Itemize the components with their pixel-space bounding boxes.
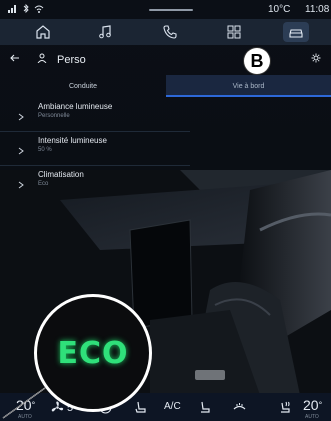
callout-b: B	[244, 48, 270, 74]
defrost-icon	[233, 403, 246, 410]
settings-list: Ambiance lumineuse Personnelle Intensité…	[0, 98, 190, 200]
list-item-value: Eco	[38, 181, 49, 187]
list-item-label: Intensité lumineuse	[38, 136, 107, 145]
nav-phone[interactable]	[157, 22, 183, 42]
chevron-right-icon	[18, 176, 24, 194]
tab-vie-a-bord[interactable]: Vie à bord	[166, 75, 331, 97]
page-title: Perso	[57, 54, 86, 66]
page-header: Perso	[0, 47, 331, 73]
degree-symbol: °	[318, 400, 323, 410]
wifi-icon	[34, 5, 44, 16]
settings-button[interactable]	[311, 53, 321, 66]
list-item-value: Personnelle	[38, 113, 70, 119]
list-item-label: Ambiance lumineuse	[38, 102, 113, 111]
music-icon	[99, 25, 111, 39]
chevron-right-icon	[18, 108, 24, 126]
seat-heat-button[interactable]	[133, 400, 148, 415]
seat-icon	[201, 401, 210, 413]
seat-icon	[135, 401, 146, 413]
eco-zoom-circle: ECO	[34, 294, 152, 412]
clock: 11:08	[305, 4, 330, 15]
list-item-intensite[interactable]: Intensité lumineuse 50 %	[0, 132, 190, 166]
profile-icon	[37, 53, 47, 66]
apps-icon	[227, 25, 241, 39]
list-item-value: 50 %	[38, 147, 52, 153]
top-navigation	[0, 19, 331, 45]
tab-conduite[interactable]: Conduite	[0, 75, 166, 97]
seat-vent-button[interactable]	[198, 400, 213, 415]
back-button[interactable]	[10, 53, 20, 66]
active-tab-indicator	[166, 95, 331, 97]
tab-label: Vie à bord	[232, 82, 265, 90]
tab-bar: Conduite Vie à bord	[0, 75, 331, 97]
nav-apps[interactable]	[221, 22, 247, 42]
list-item-label: Climatisation	[38, 170, 84, 179]
temperature-right-value: 20	[303, 397, 319, 413]
eco-indicator: ECO	[57, 335, 129, 371]
gear-icon	[311, 53, 321, 63]
nav-music[interactable]	[92, 22, 118, 42]
status-bar: 10°C 11:08	[0, 0, 331, 18]
outside-temperature: 10°C	[268, 4, 291, 15]
nav-vehicle[interactable]	[283, 22, 309, 42]
temperature-right[interactable]: 20 °	[303, 397, 322, 413]
ac-button[interactable]: A/C	[164, 401, 181, 412]
seat-right-button[interactable]	[278, 400, 293, 415]
home-icon	[36, 25, 50, 39]
defrost-button[interactable]	[232, 400, 247, 415]
auto-right-label: AUTO	[305, 414, 319, 420]
arrow-left-icon	[10, 54, 19, 62]
chevron-right-icon	[18, 142, 24, 160]
list-item-climatisation[interactable]: Climatisation Eco	[0, 166, 190, 200]
bluetooth-icon	[23, 3, 29, 16]
seat-heat-icon	[281, 401, 290, 413]
phone-icon	[163, 25, 177, 39]
notification-handle[interactable]	[149, 9, 193, 11]
car-icon	[289, 29, 303, 38]
nav-home[interactable]	[30, 22, 56, 42]
signal-icon	[8, 4, 18, 16]
list-item-ambiance[interactable]: Ambiance lumineuse Personnelle	[0, 98, 190, 132]
